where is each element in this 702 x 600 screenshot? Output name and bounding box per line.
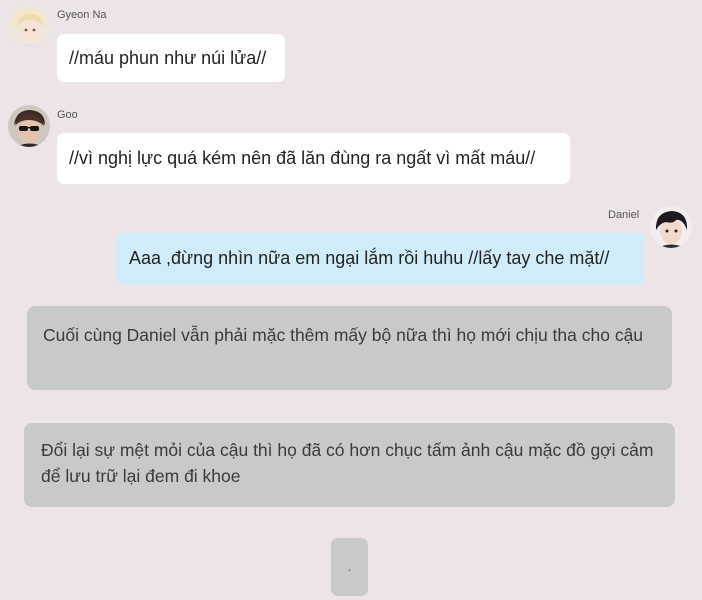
end-card-text: .	[347, 560, 352, 574]
message-text: Aaa ,đừng nhìn nữa em ngại lắm rồi huhu …	[129, 248, 610, 268]
end-card: .	[331, 538, 368, 596]
narration-text: Cuối cùng Daniel vẫn phải mặc thêm mấy b…	[43, 325, 644, 345]
sunglasses-character-avatar-icon	[8, 105, 50, 147]
message-bubble: //máu phun như núi lửa//	[57, 34, 285, 82]
narration-box: Đổi lại sự mệt mỏi của cậu thì họ đã có …	[24, 423, 675, 507]
dark-hair-character-avatar-icon	[650, 206, 692, 248]
narration-text: Đổi lại sự mệt mỏi của cậu thì họ đã có …	[41, 440, 654, 486]
blonde-character-avatar-icon	[8, 5, 50, 47]
message-bubble: Aaa ,đừng nhìn nữa em ngại lắm rồi huhu …	[116, 233, 644, 285]
message-text: //vì nghị lực quá kém nên đã lăn đùng ra…	[69, 148, 536, 168]
narration-box: Cuối cùng Daniel vẫn phải mặc thêm mấy b…	[27, 306, 672, 390]
message-text: //máu phun như núi lửa//	[69, 48, 267, 68]
sender-name: Daniel	[608, 209, 640, 221]
message-bubble: //vì nghị lực quá kém nên đã lăn đùng ra…	[57, 133, 570, 184]
sender-name: Gyeon Na	[57, 9, 107, 21]
sender-name: Goo	[57, 109, 78, 121]
